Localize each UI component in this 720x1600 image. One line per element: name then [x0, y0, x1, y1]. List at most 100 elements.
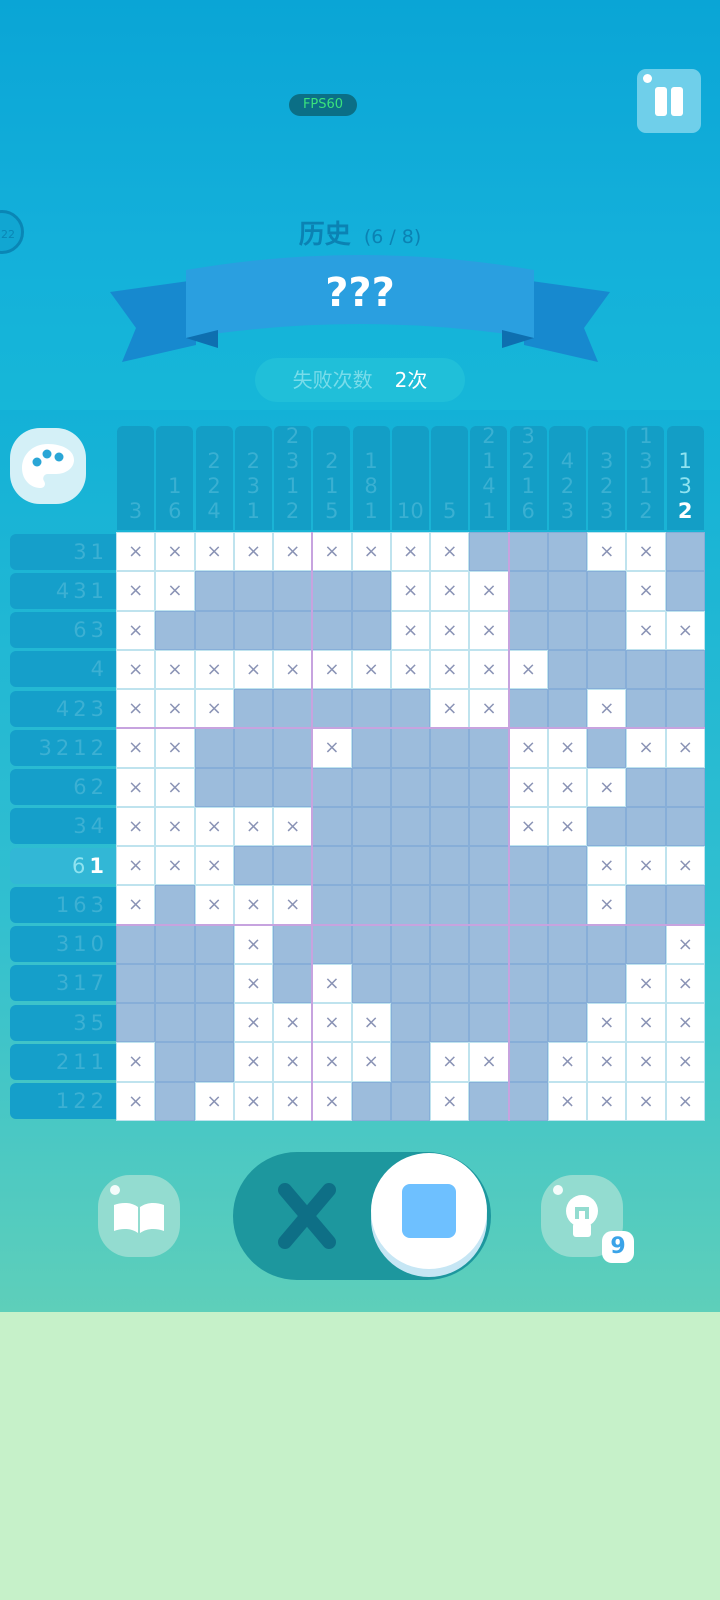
grid-cell[interactable]	[194, 728, 234, 768]
grid-cell[interactable]	[547, 963, 588, 1004]
grid-cell[interactable]	[390, 1003, 431, 1043]
grid-cell[interactable]: ×	[469, 610, 509, 650]
grid-cell[interactable]: ×	[116, 571, 156, 611]
grid-cell[interactable]	[390, 728, 431, 768]
grid-cell[interactable]	[351, 571, 391, 611]
grid-cell[interactable]	[665, 689, 705, 729]
grid-cell[interactable]	[547, 885, 588, 925]
grid-cell[interactable]: ×	[116, 885, 156, 925]
grid-cell[interactable]: ×	[665, 924, 705, 964]
grid-cell[interactable]: ×	[665, 1003, 705, 1043]
grid-cell[interactable]	[626, 806, 666, 847]
grid-cell[interactable]	[430, 924, 470, 964]
grid-cell[interactable]	[430, 767, 470, 807]
grid-cell[interactable]	[547, 532, 588, 572]
grid-cell[interactable]: ×	[194, 846, 234, 886]
grid-cell[interactable]	[469, 532, 509, 572]
cross-mode-icon[interactable]	[275, 1180, 339, 1252]
grid-cell[interactable]: ×	[587, 767, 627, 807]
grid-cell[interactable]: ×	[665, 846, 705, 886]
grid-cell[interactable]	[665, 767, 705, 807]
grid-cell[interactable]	[469, 846, 509, 886]
grid-cell[interactable]	[233, 571, 274, 611]
grid-cell[interactable]	[665, 806, 705, 847]
grid-cell[interactable]: ×	[626, 1081, 666, 1121]
grid-cell[interactable]	[312, 571, 352, 611]
grid-cell[interactable]: ×	[626, 846, 666, 886]
grid-cell[interactable]	[155, 610, 195, 650]
grid-cell[interactable]	[273, 846, 313, 886]
grid-cell[interactable]	[469, 806, 509, 847]
grid-cell[interactable]: ×	[116, 1042, 156, 1082]
grid-cell[interactable]: ×	[194, 806, 234, 847]
grid-cell[interactable]	[351, 767, 391, 807]
grid-cell[interactable]	[430, 728, 470, 768]
grid-cell[interactable]	[194, 924, 234, 964]
grid-cell[interactable]	[508, 963, 548, 1004]
grid-cell[interactable]: ×	[312, 1042, 352, 1082]
grid-cell[interactable]: ×	[351, 1003, 391, 1043]
grid-cell[interactable]	[390, 1042, 431, 1082]
grid-cell[interactable]	[626, 649, 666, 690]
grid-cell[interactable]	[547, 649, 588, 690]
grid-cell[interactable]	[312, 846, 352, 886]
grid-cell[interactable]: ×	[469, 689, 509, 729]
grid-cell[interactable]: ×	[626, 532, 666, 572]
pause-button[interactable]	[637, 69, 701, 133]
grid-cell[interactable]: ×	[273, 1081, 313, 1121]
grid-cell[interactable]: ×	[273, 1042, 313, 1082]
grid-cell[interactable]: ×	[626, 571, 666, 611]
grid-cell[interactable]	[273, 689, 313, 729]
grid-cell[interactable]: ×	[233, 924, 274, 964]
grid-cell[interactable]	[508, 571, 548, 611]
grid-cell[interactable]: ×	[194, 885, 234, 925]
grid-cell[interactable]	[430, 806, 470, 847]
grid-cell[interactable]	[351, 728, 391, 768]
grid-cell[interactable]: ×	[155, 689, 195, 729]
grid-cell[interactable]	[547, 571, 588, 611]
grid-cell[interactable]	[312, 689, 352, 729]
grid-cell[interactable]: ×	[312, 1003, 352, 1043]
grid-cell[interactable]: ×	[312, 963, 352, 1004]
grid-cell[interactable]	[547, 1003, 588, 1043]
grid-cell[interactable]	[430, 963, 470, 1004]
grid-cell[interactable]: ×	[116, 728, 156, 768]
grid-cell[interactable]: ×	[116, 532, 156, 572]
grid-cell[interactable]: ×	[233, 885, 274, 925]
grid-cell[interactable]: ×	[390, 610, 431, 650]
grid-cell[interactable]: ×	[469, 571, 509, 611]
grid-cell[interactable]	[665, 571, 705, 611]
grid-cell[interactable]: ×	[665, 610, 705, 650]
grid-cell[interactable]: ×	[508, 728, 548, 768]
grid-cell[interactable]: ×	[508, 767, 548, 807]
grid-cell[interactable]	[430, 885, 470, 925]
grid-cell[interactable]	[390, 963, 431, 1004]
grid-cell[interactable]	[547, 610, 588, 650]
grid-cell[interactable]	[626, 924, 666, 964]
grid-cell[interactable]	[233, 728, 274, 768]
grid-cell[interactable]: ×	[469, 649, 509, 690]
grid-cell[interactable]	[547, 846, 588, 886]
grid-cell[interactable]: ×	[116, 846, 156, 886]
grid-cell[interactable]	[312, 767, 352, 807]
grid-cell[interactable]	[390, 689, 431, 729]
grid-cell[interactable]	[390, 806, 431, 847]
grid-cell[interactable]	[233, 610, 274, 650]
grid-cell[interactable]	[273, 767, 313, 807]
grid-cell[interactable]	[155, 1003, 195, 1043]
grid-cell[interactable]: ×	[233, 806, 274, 847]
grid-cell[interactable]: ×	[508, 806, 548, 847]
grid-cell[interactable]	[587, 610, 627, 650]
grid-cell[interactable]	[508, 532, 548, 572]
grid-cell[interactable]	[273, 963, 313, 1004]
grid-cell[interactable]: ×	[155, 532, 195, 572]
grid-cell[interactable]: ×	[430, 1042, 470, 1082]
grid-cell[interactable]	[390, 924, 431, 964]
grid-cell[interactable]	[194, 963, 234, 1004]
grid-cell[interactable]: ×	[233, 963, 274, 1004]
grid-cell[interactable]	[155, 1081, 195, 1121]
grid-cell[interactable]: ×	[626, 1042, 666, 1082]
book-button[interactable]	[98, 1175, 180, 1257]
grid-cell[interactable]	[626, 689, 666, 729]
grid-cell[interactable]	[312, 924, 352, 964]
